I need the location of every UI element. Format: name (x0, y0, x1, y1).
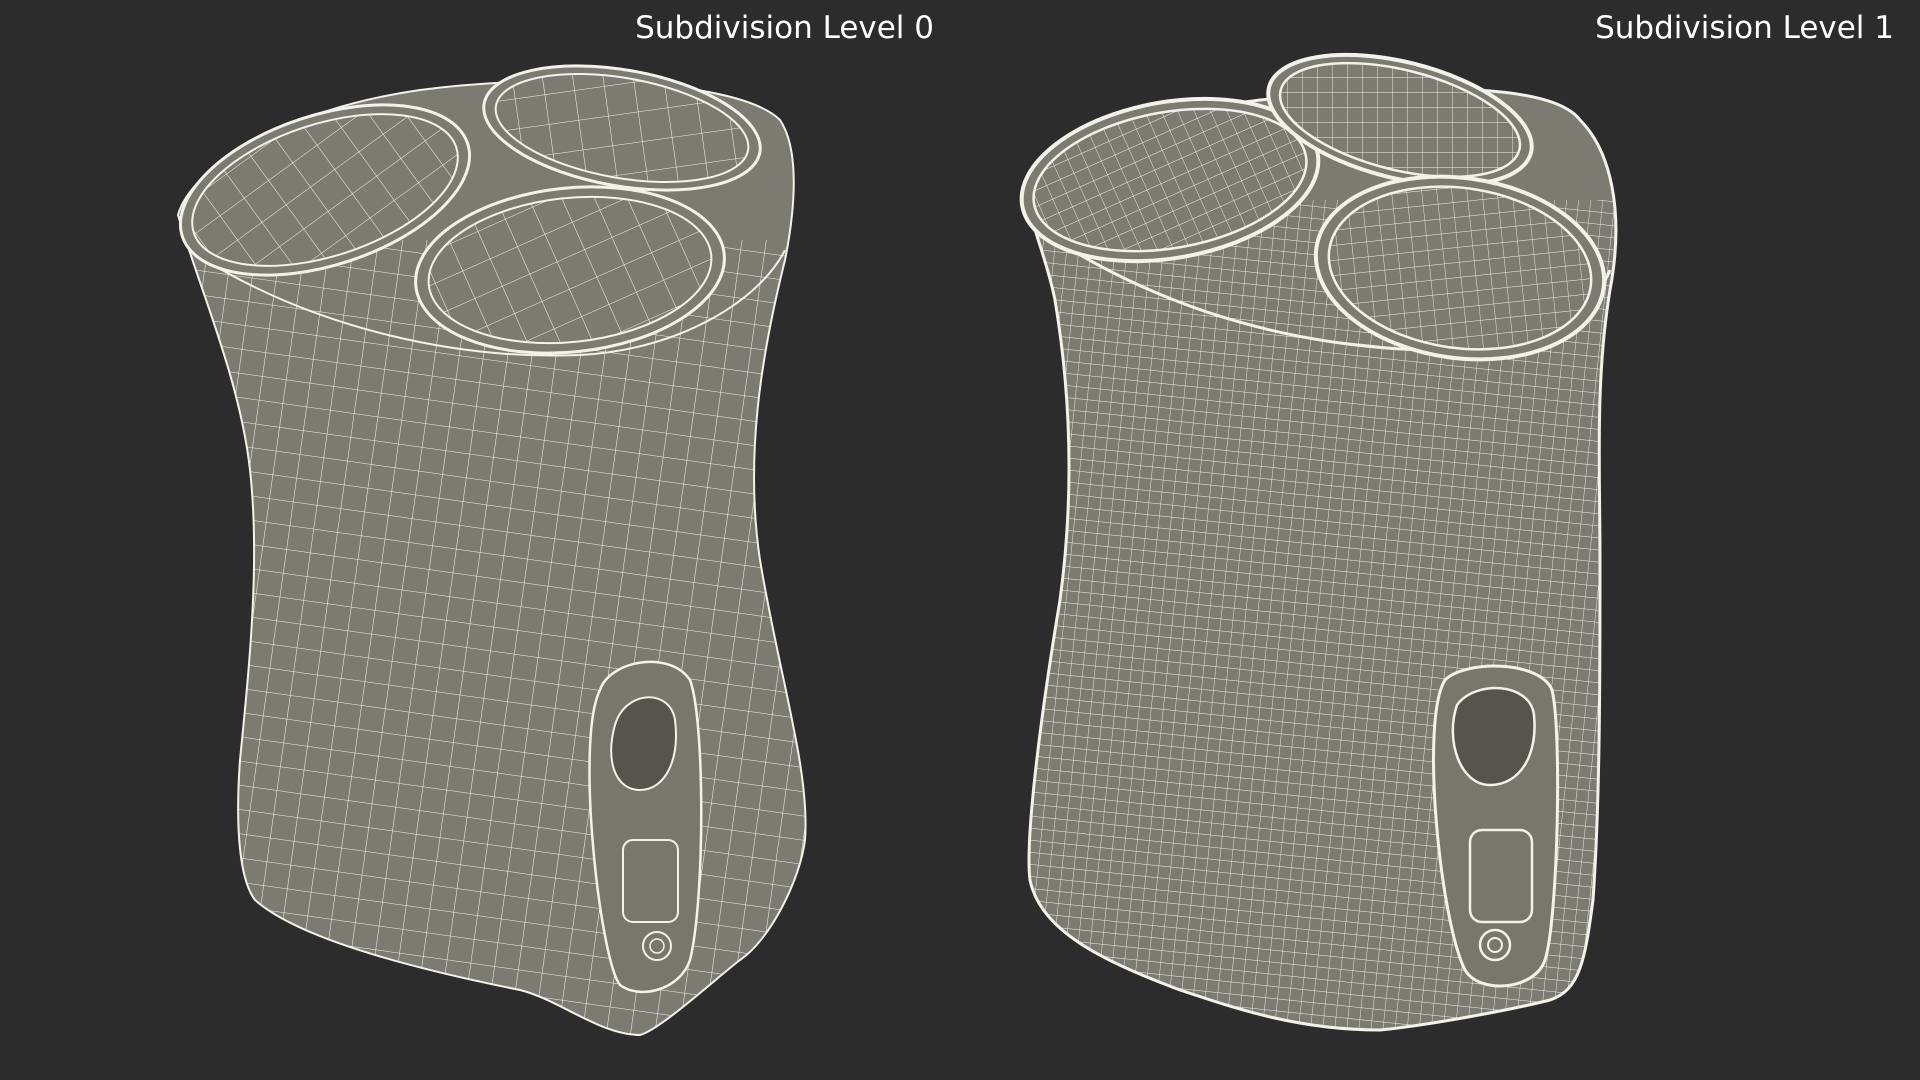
speaker-mesh-level-0 (176, 64, 807, 1037)
speaker-mesh-level-1 (1019, 52, 1618, 1032)
control-panel (588, 660, 703, 994)
subdivision-level-0-label: Subdivision Level 0 (635, 10, 934, 46)
render-canvas: Subdivision Level 0 Subdivision Level 1 (0, 0, 1920, 1080)
viewport-subdivision-0 (0, 0, 960, 1080)
subdivision-level-1-label: Subdivision Level 1 (1595, 10, 1894, 46)
viewport-subdivision-1 (960, 0, 1920, 1080)
